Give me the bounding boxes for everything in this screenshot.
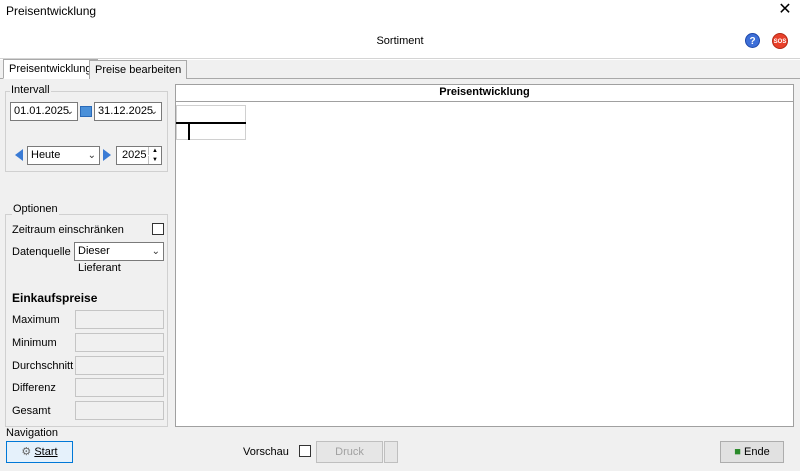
grid-header-line: [176, 122, 246, 124]
price-grid[interactable]: [176, 105, 246, 140]
price-development-panel: [175, 84, 794, 427]
start-button-label: Start: [34, 446, 58, 458]
chevron-down-icon: ⌄: [65, 106, 74, 117]
navigation-label: Navigation: [6, 427, 58, 439]
minimum-label: Minimum: [12, 337, 57, 349]
datasource-value: Dieser Lieferant: [78, 245, 121, 274]
difference-field: [75, 378, 164, 397]
chevron-down-icon: ⌄: [87, 150, 96, 161]
options-group-label: Optionen: [12, 203, 59, 215]
date-from-picker[interactable]: 01.01.2025 ⌄: [10, 102, 78, 121]
purchase-prices-title: Einkaufspreise: [12, 291, 98, 305]
average-label: Durchschnitt: [12, 360, 74, 372]
year-up-icon[interactable]: ▲: [148, 147, 161, 155]
restrict-period-label: Zeitraum einschränken: [12, 224, 124, 236]
datasource-select[interactable]: Dieser Lieferant ⌄: [74, 242, 164, 274]
title-bar: [0, 0, 800, 24]
date-to-picker[interactable]: 31.12.2025 ⌄: [94, 102, 162, 121]
window-title: Preisentwicklung: [6, 4, 97, 18]
print-button[interactable]: Druck: [316, 441, 383, 463]
help-icon[interactable]: ?: [745, 33, 760, 48]
grid-row-header-line: [188, 122, 190, 140]
close-icon[interactable]: ✕: [772, 0, 798, 22]
chevron-down-icon: ⌄: [149, 106, 158, 117]
end-button-label: Ende: [744, 446, 770, 458]
previous-period-icon[interactable]: [15, 149, 23, 161]
end-button[interactable]: ■ Ende: [720, 441, 784, 463]
period-value: Heute: [31, 149, 61, 161]
chevron-down-icon: ⌄: [151, 246, 160, 257]
panel-title: Preisentwicklung: [175, 84, 794, 102]
date-link-icon: [80, 106, 92, 117]
next-period-icon[interactable]: [103, 149, 111, 161]
tab-preise-bearbeiten[interactable]: Preise bearbeiten: [89, 60, 188, 79]
start-button[interactable]: ⚙ Start: [6, 441, 73, 463]
year-value: 2025: [122, 149, 147, 161]
total-field: [75, 401, 164, 420]
period-select[interactable]: Heute ⌄: [27, 146, 100, 165]
header-title: Sortiment: [376, 35, 424, 47]
preview-checkbox[interactable]: [299, 445, 311, 457]
year-down-icon[interactable]: ▼: [148, 156, 161, 164]
year-stepper[interactable]: 2025 ▲ ▼: [116, 146, 162, 165]
maximum-field: [75, 310, 164, 329]
maximum-label: Maximum: [12, 314, 60, 326]
interval-group-label: Intervall: [10, 84, 51, 96]
difference-label: Differenz: [12, 382, 56, 394]
exit-icon: ■: [734, 446, 741, 458]
print-options-button[interactable]: [384, 441, 398, 463]
sos-icon[interactable]: SOS: [772, 33, 788, 49]
preview-label: Vorschau: [243, 446, 289, 458]
total-label: Gesamt: [12, 405, 51, 417]
restrict-period-checkbox[interactable]: [152, 223, 164, 235]
datasource-label: Datenquelle: [12, 246, 71, 258]
average-field: [75, 356, 164, 375]
tab-preisentwicklung[interactable]: Preisentwicklung: [3, 59, 98, 79]
minimum-field: [75, 333, 164, 352]
date-from-value: 01.01.2025: [14, 105, 70, 117]
gear-icon: ⚙: [21, 446, 32, 458]
date-to-value: 31.12.2025: [98, 105, 154, 117]
